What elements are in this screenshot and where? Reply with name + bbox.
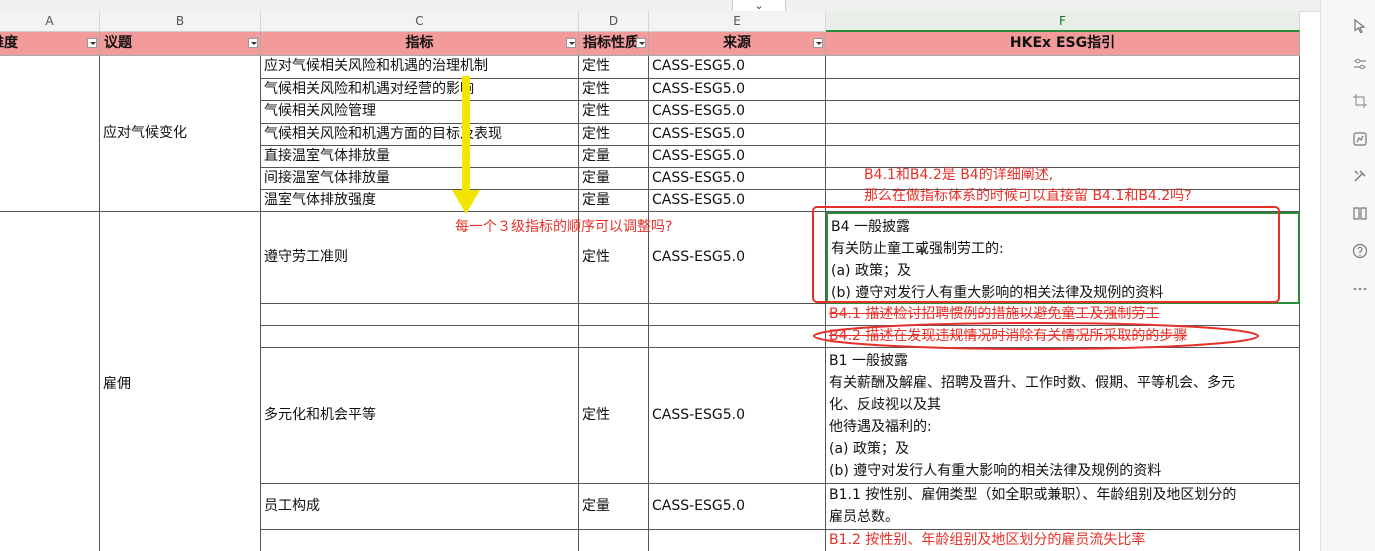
col-header-f[interactable]: F [826,11,1300,32]
source-cell[interactable]: CASS-ESG5.0 [649,79,826,101]
source-cell[interactable]: CASS-ESG5.0 [649,146,826,168]
nature-cell[interactable]: 定性 [579,348,649,484]
guide-cell[interactable] [826,56,1300,79]
filter-dropdown-icon[interactable] [566,38,576,48]
indicator-cell[interactable]: 温室气体排放强度 [261,190,579,212]
sliders-icon[interactable] [1351,56,1369,74]
annotation-question-b4: B4.1和B4.2是 B4的详细阐述, [864,167,1054,183]
spreadsheet: ⌄ A B C D E F 维度 议题 指标 指标性质 来源 HKEx ESG指… [0,0,1320,551]
guide-cell-b42[interactable]: B4.2 描述在发现违规情况时消除有关情况所采取的的步骤 [826,326,1300,348]
right-toolbar [1320,0,1375,551]
dimension-cell[interactable] [0,212,100,551]
indicator-cell[interactable]: 应对气候相关风险和机遇的治理机制 [261,56,579,79]
indicator-cell[interactable]: 多元化和机会平等 [261,348,579,484]
indicator-cell[interactable]: 气候相关风险和机遇方面的目标及表现 [261,124,579,146]
source-cell[interactable]: CASS-ESG5.0 [649,190,826,212]
nature-cell[interactable]: 定量 [579,190,649,212]
topic-employment[interactable]: 雇佣 [100,212,261,551]
indicator-cell[interactable] [261,530,579,551]
nature-cell[interactable]: 定性 [579,56,649,79]
more-icon[interactable] [1351,281,1369,299]
col-header-c[interactable]: C [261,11,579,32]
indicator-cell[interactable] [261,326,579,348]
crop-icon[interactable] [1351,93,1369,111]
source-cell[interactable]: CASS-ESG5.0 [649,124,826,146]
book-icon[interactable] [1351,205,1369,223]
topic-climate[interactable]: 应对气候变化 [100,56,261,212]
source-cell[interactable]: CASS-ESG5.0 [649,56,826,79]
indicator-cell[interactable]: 员工构成 [261,484,579,530]
guide-cell[interactable] [826,124,1300,146]
guide-cell[interactable] [826,101,1300,124]
source-cell[interactable] [649,304,826,326]
nature-cell[interactable]: 定量 [579,168,649,190]
source-cell[interactable]: CASS-ESG5.0 [649,168,826,190]
dimension-cell[interactable] [0,56,100,212]
indicator-cell[interactable]: 气候相关风险管理 [261,101,579,124]
guide-cell-b11[interactable]: B1.1 按性别、雇佣类型（如全职或兼职）、年龄组别及地区划分的 雇员总数。 [826,484,1300,530]
source-cell[interactable]: CASS-ESG5.0 [649,212,826,304]
nature-cell[interactable] [579,326,649,348]
header-dimension[interactable]: 维度 [0,32,100,56]
header-hkex-guide[interactable]: HKEx ESG指引 [826,32,1300,56]
source-cell[interactable] [649,530,826,551]
source-cell[interactable] [649,326,826,348]
col-header-b[interactable]: B [100,11,261,32]
header-topic[interactable]: 议题 [100,32,261,56]
indicator-cell[interactable] [261,304,579,326]
nature-cell[interactable] [579,304,649,326]
nature-cell[interactable] [579,530,649,551]
filter-dropdown-icon[interactable] [87,38,97,48]
guide-cell-b41[interactable]: B4.1 描述检讨招聘惯例的措施以避免童工及强制劳工 [826,304,1300,326]
col-header-e[interactable]: E [649,11,826,32]
header-source[interactable]: 来源 [649,32,826,56]
indicator-cell[interactable]: 气候相关风险和机遇对经营的影响 [261,79,579,101]
filter-dropdown-icon[interactable] [813,38,823,48]
cursor-icon[interactable] [1351,18,1369,36]
nature-cell[interactable]: 定量 [579,484,649,530]
source-cell[interactable]: CASS-ESG5.0 [649,101,826,124]
guide-cell-b12[interactable]: B1.2 按性别、年龄组别及地区划分的雇员流失比率 [826,530,1300,551]
filter-dropdown-icon[interactable] [636,38,646,48]
annotation-question-order: 每一个３级指标的顺序可以调整吗? [455,219,673,235]
source-cell[interactable]: CASS-ESG5.0 [649,484,826,530]
nature-cell[interactable]: 定性 [579,124,649,146]
filter-dropdown-icon[interactable] [248,38,258,48]
indicator-cell[interactable]: 间接温室气体排放量 [261,168,579,190]
help-icon[interactable] [1351,243,1369,261]
indicator-cell[interactable]: 直接温室气体排放量 [261,146,579,168]
nature-cell[interactable]: 定性 [579,101,649,124]
nature-cell[interactable]: 定量 [579,146,649,168]
source-cell[interactable]: CASS-ESG5.0 [649,348,826,484]
guide-cell-b4[interactable]: B4 一般披露 有关防止童工或强制劳工的: (a) 政策；及 (b) 遵守对发行… [826,212,1300,304]
header-indicator[interactable]: 指标 [261,32,579,56]
annotation-question-b4-line2: 那么在做指标体系的时候可以直接留 B4.1和B4.2吗? [864,188,1192,204]
header-nature[interactable]: 指标性质 [579,32,649,56]
chart-icon[interactable] [1351,131,1369,149]
nature-cell[interactable]: 定性 [579,79,649,101]
guide-cell[interactable] [826,79,1300,101]
col-header-d[interactable]: D [579,11,649,32]
tools-icon[interactable] [1351,168,1369,186]
guide-cell-b1[interactable]: B1 一般披露 有关薪酬及解雇、招聘及晋升、工作时数、假期、平等机会、多元 化、… [826,348,1300,484]
col-header-a[interactable]: A [0,11,100,32]
